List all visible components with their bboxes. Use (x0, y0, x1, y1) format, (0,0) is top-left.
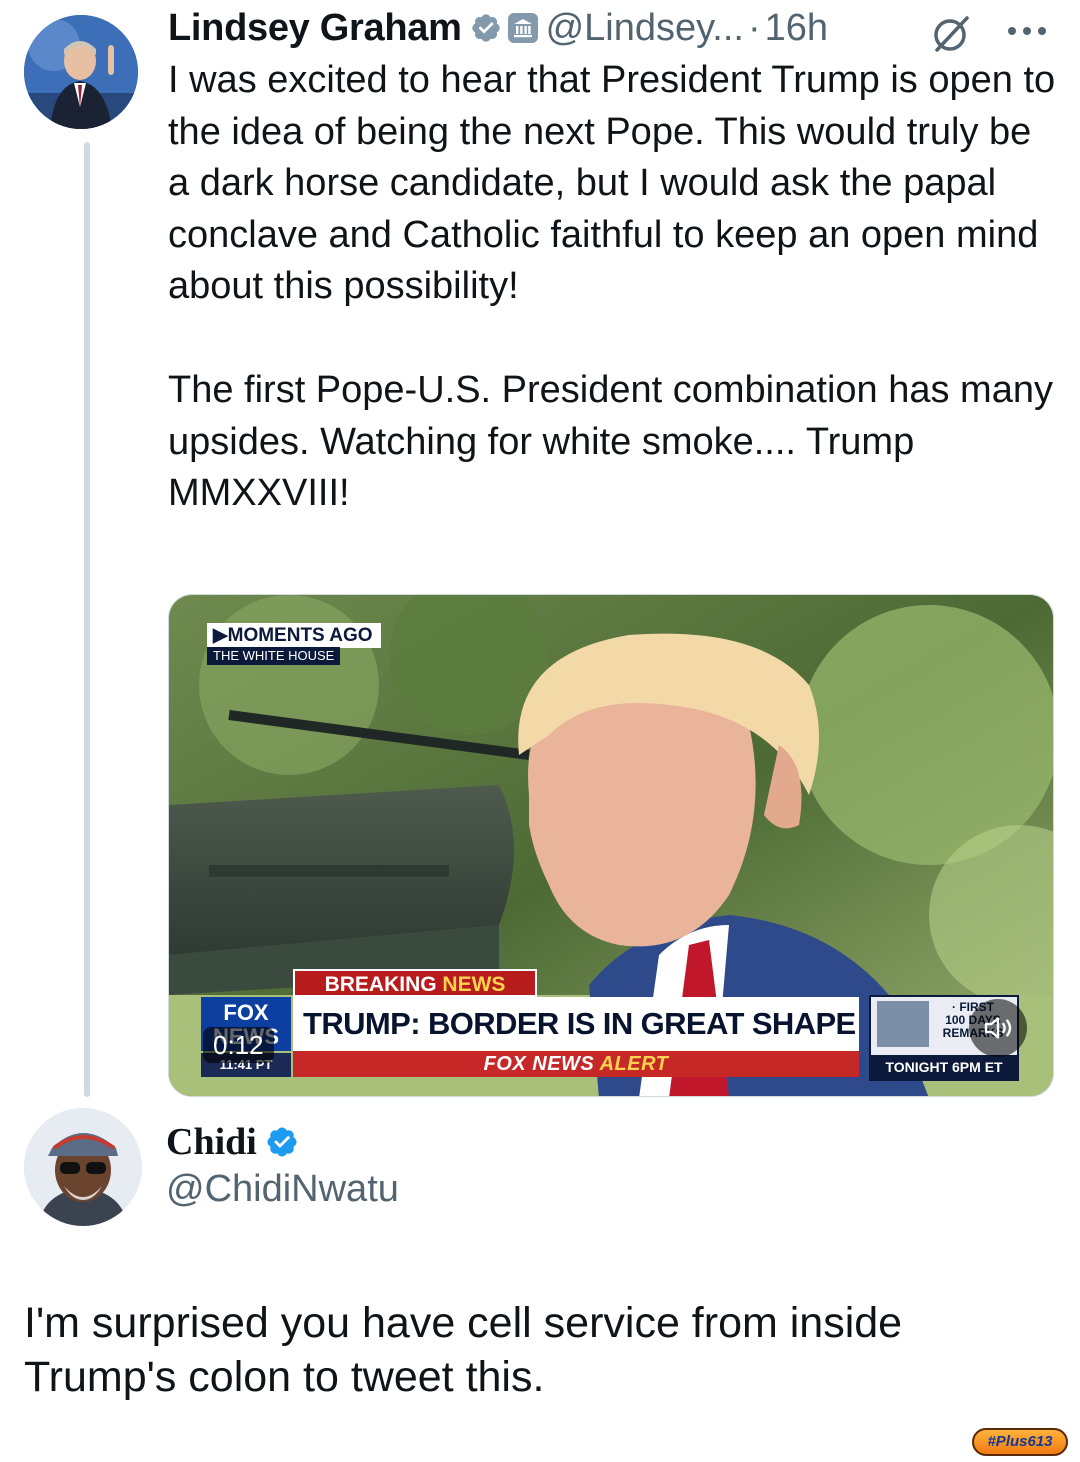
grok-icon[interactable] (929, 12, 973, 56)
speaker-muted-icon[interactable] (969, 999, 1027, 1057)
news-word: NEWS (442, 973, 506, 996)
alert-prefix: FOX NEWS (483, 1053, 595, 1075)
reply-author-name[interactable]: Chidi (166, 1120, 257, 1164)
tweet-paragraph: I was excited to hear that President Tru… (168, 59, 1056, 308)
location-label: THE WHITE HOUSE (207, 647, 341, 665)
video-duration: 0:12 (203, 1027, 274, 1063)
breaking-word: BREAKING (324, 973, 437, 996)
fox-news-alert-bar: FOX NEWS ALERT (293, 1051, 859, 1077)
verified-badge-icon[interactable] (470, 12, 502, 44)
tweet-paragraph: The first Pope-U.S. President combinatio… (168, 368, 1053, 515)
embedded-video[interactable]: ▶MOMENTS AGO THE WHITE HOUSE BREAKING NE… (168, 594, 1054, 1097)
author-handle[interactable]: @Lindsey... (546, 7, 744, 50)
reply-author-handle[interactable]: @ChidiNwatu (166, 1168, 399, 1211)
reply-author-header: Chidi (166, 1120, 299, 1164)
tweet-timestamp[interactable]: 16h (765, 7, 828, 50)
reply-paragraph: I'm surprised you have cell service from… (24, 1299, 903, 1401)
thread-connector-line (84, 142, 90, 1097)
inset-photo (877, 1001, 929, 1047)
breaking-news-banner: BREAKING NEWS (293, 969, 537, 997)
author-avatar[interactable] (24, 15, 138, 129)
tweet-text: I was excited to hear that President Tru… (168, 55, 1058, 520)
tweet-header: Lindsey Graham @Lindsey... · 16h (168, 2, 828, 54)
reply-author-avatar[interactable] (24, 1108, 142, 1226)
alert-word: ALERT (599, 1053, 669, 1075)
government-building-icon[interactable] (507, 13, 538, 43)
tonight-label: TONIGHT 6PM ET (871, 1055, 1017, 1079)
verified-badge-icon[interactable] (265, 1125, 299, 1159)
separator-dot: · (747, 6, 761, 49)
more-options-icon[interactable] (1004, 20, 1050, 42)
moments-ago-label: ▶MOMENTS AGO (207, 623, 381, 648)
author-name[interactable]: Lindsey Graham (168, 7, 462, 50)
headline-chyron: TRUMP: BORDER IS IN GREAT SHAPE (293, 997, 859, 1051)
watermark-logo: #Plus613 (972, 1428, 1068, 1456)
reply-text: I'm surprised you have cell service from… (24, 1296, 1054, 1404)
